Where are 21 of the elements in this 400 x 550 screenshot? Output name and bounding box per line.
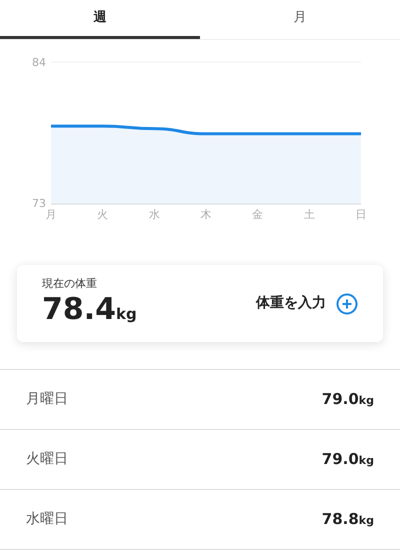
x-tick-label: 土: [304, 208, 315, 222]
day-label: 火曜日: [26, 450, 68, 469]
add-icon[interactable]: [336, 292, 358, 315]
x-tick-label: 日: [356, 208, 366, 222]
tab[interactable]: 月: [200, 0, 400, 40]
x-tick-label: 木: [200, 208, 212, 222]
y-tick-label: 84: [32, 56, 46, 70]
current-weight-value: 78.4kg: [42, 292, 137, 329]
x-tick-label: 月: [46, 208, 56, 222]
x-tick-label: 金: [252, 208, 264, 222]
x-tick-label: 火: [97, 208, 108, 222]
enter-weight-button[interactable]: 体重を入力: [256, 293, 326, 314]
weight-value: 79.0kg: [322, 449, 374, 470]
day-label: 水曜日: [26, 510, 68, 529]
tab[interactable]: 週: [0, 0, 200, 40]
y-tick-label: 73: [32, 197, 46, 210]
card-label: 現在の体重: [42, 276, 98, 292]
x-tick-label: 水: [148, 208, 160, 222]
weight-value: 78.8kg: [322, 509, 374, 530]
weight-value: 79.0kg: [322, 389, 374, 410]
day-label: 月曜日: [26, 390, 68, 409]
